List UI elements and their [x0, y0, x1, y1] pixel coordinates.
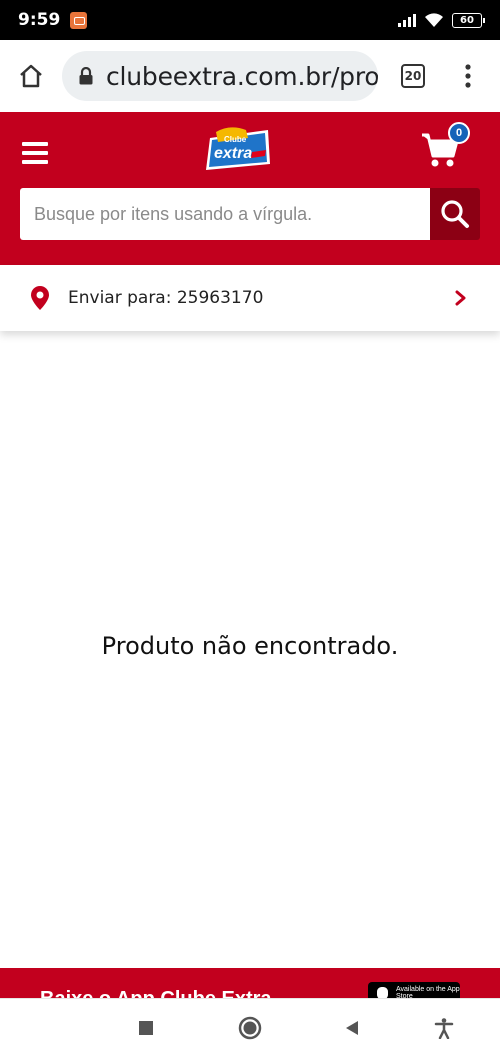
svg-text:extra: extra [214, 145, 252, 162]
product-not-found-message: Produto não encontrado. [101, 632, 399, 660]
wifi-icon [425, 13, 443, 27]
search-bar [20, 188, 480, 240]
location-pin-icon [31, 286, 49, 310]
home-nav-button[interactable] [235, 1013, 265, 1043]
browser-toolbar: clubeextra.com.br/pro 20 [0, 40, 500, 112]
svg-text:Clube: Clube [224, 135, 247, 144]
battery-level: 60 [460, 14, 474, 26]
site-header: Clube extra 0 [0, 112, 500, 265]
address-bar[interactable]: clubeextra.com.br/pro [62, 51, 378, 101]
cart-count-badge: 0 [448, 122, 470, 144]
home-icon [20, 64, 42, 88]
notification-icon [70, 11, 88, 29]
back-icon [346, 1021, 358, 1035]
more-vert-icon [465, 64, 471, 88]
search-icon [441, 200, 469, 228]
signal-icon [398, 13, 416, 27]
clube-extra-logo[interactable]: Clube extra [202, 124, 274, 174]
status-icons: 60 [398, 12, 485, 28]
cart-button[interactable]: 0 [420, 122, 472, 174]
browser-menu-button[interactable] [448, 40, 488, 112]
hamburger-icon[interactable] [22, 136, 56, 170]
tabs-button[interactable]: 20 [378, 40, 448, 112]
url-text: clubeextra.com.br/pro [106, 61, 378, 91]
tab-count: 20 [404, 69, 422, 83]
search-input[interactable] [20, 188, 430, 240]
home-button[interactable] [0, 40, 62, 112]
delivery-location-row[interactable]: Enviar para: 25963170 [0, 265, 500, 331]
search-button[interactable] [430, 188, 480, 240]
back-nav-button[interactable] [337, 1013, 367, 1043]
recents-button[interactable] [131, 1013, 161, 1043]
app-download-banner[interactable]: Baixe o App Clube Extra Available on the… [0, 968, 500, 1002]
lock-icon [79, 67, 93, 85]
status-bar: 9:59 60 [0, 0, 500, 40]
accessibility-icon [434, 1018, 454, 1039]
tabs-icon: 20 [401, 64, 425, 88]
accessibility-button[interactable] [429, 1013, 459, 1043]
status-time: 9:59 [18, 10, 61, 30]
system-navigation-bar [0, 998, 500, 1056]
battery-icon: 60 [452, 12, 485, 28]
home-circle-icon [238, 1016, 262, 1040]
delivery-location-label: Enviar para: 25963170 [68, 288, 264, 308]
chevron-right-icon [455, 290, 466, 306]
stop-icon [139, 1021, 153, 1035]
